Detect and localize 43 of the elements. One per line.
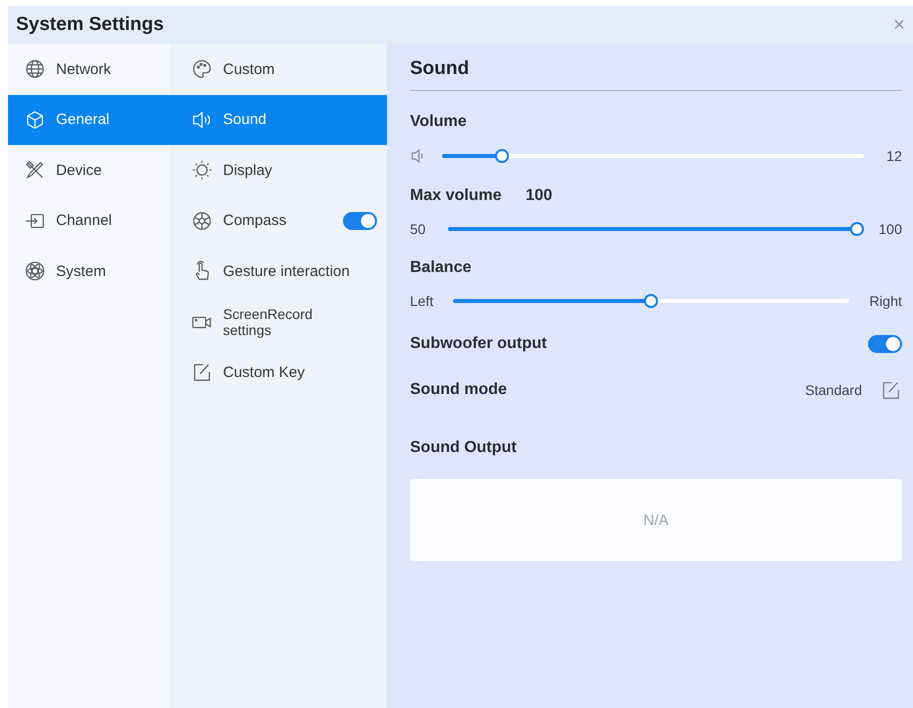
cube-icon xyxy=(24,108,46,131)
submenu-item[interactable]: Gesture interaction xyxy=(170,246,387,296)
max-volume-value: 100 xyxy=(526,187,552,205)
subwoofer-label: Subwoofer output xyxy=(410,335,547,353)
balance-label: Balance xyxy=(410,259,472,277)
sound-mode-label: Sound mode xyxy=(410,381,507,399)
window-title: System Settings xyxy=(16,14,164,36)
wheel-icon xyxy=(191,210,213,232)
max-volume-slider[interactable] xyxy=(448,222,864,236)
category-item[interactable]: Device xyxy=(8,145,170,196)
max-volume-label: Max volume xyxy=(410,187,502,205)
slider-max-label: 100 xyxy=(878,221,902,237)
empty-text: N/A xyxy=(643,512,668,528)
sound-mode-value: Standard xyxy=(805,382,862,398)
submenu-item[interactable]: Custom xyxy=(170,44,387,94)
tools-icon xyxy=(24,159,46,182)
balance-slider[interactable] xyxy=(453,294,850,308)
balance-left-label: Left xyxy=(410,293,434,309)
category-item[interactable]: Channel xyxy=(8,196,170,246)
submenu-item[interactable]: Sound xyxy=(170,94,387,145)
submenu-item[interactable]: Custom Key xyxy=(170,347,387,398)
speaker-icon xyxy=(191,108,213,131)
sun-icon xyxy=(191,159,213,182)
volume-slider[interactable] xyxy=(442,149,864,163)
globe-icon xyxy=(24,58,46,80)
submenu-item[interactable]: Display xyxy=(170,145,387,196)
palette-icon xyxy=(191,58,213,80)
category-item[interactable]: System xyxy=(8,246,170,296)
toggle-switch[interactable] xyxy=(343,212,377,230)
volume-label: Volume xyxy=(410,113,467,131)
category-item[interactable]: Network xyxy=(8,44,170,94)
volume-reading: 12 xyxy=(885,148,902,164)
submenu-item[interactable]: Compass xyxy=(170,196,387,246)
panel-title: Sound xyxy=(410,58,902,91)
submenu-item[interactable]: ScreenRecord settings xyxy=(170,296,387,347)
edit-button[interactable] xyxy=(880,379,902,401)
slider-min-label: 50 xyxy=(410,221,427,237)
sound-output-label: Sound Output xyxy=(410,439,517,457)
edit-icon xyxy=(191,361,213,384)
category-item[interactable]: General xyxy=(8,94,170,145)
atom-icon xyxy=(24,260,46,282)
balance-right-label: Right xyxy=(869,293,902,309)
toggle-switch[interactable] xyxy=(868,335,902,353)
